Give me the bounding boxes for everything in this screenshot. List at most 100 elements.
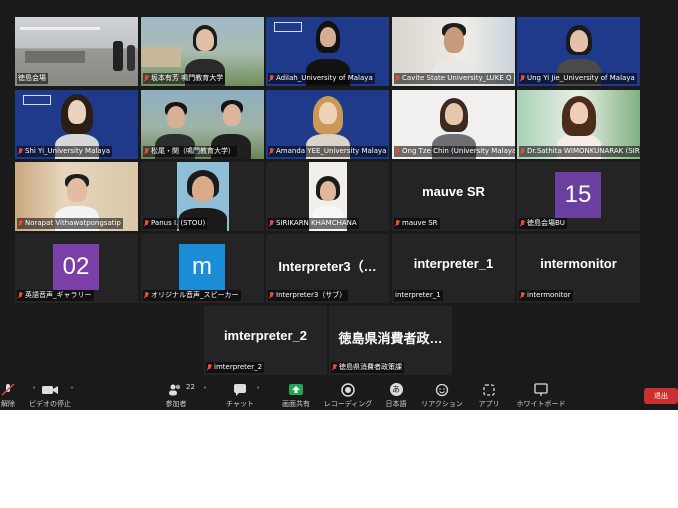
video-camera-icon [40, 383, 60, 397]
participant-tile[interactable]: intermonitor intermonitor [517, 234, 640, 303]
participant-avatar: m [179, 244, 225, 290]
muted-mic-icon [269, 148, 274, 155]
apps-button[interactable]: アプリ [463, 382, 515, 410]
muted-mic-icon [395, 220, 400, 227]
participant-name: Cavite State University_LUKE Q [394, 73, 514, 84]
muted-mic-icon [395, 75, 400, 82]
meeting-toolbar: 解除 ˄ ビデオの停止 ˄ 22 参加者 ˄ チャット ˄ 画面共有 レコーディ… [0, 378, 678, 410]
participant-avatar: 02 [53, 244, 99, 290]
record-button[interactable]: レコーディング [322, 382, 374, 410]
participant-tile[interactable]: Dr.Sathita WIMONKUNARAK (SIRINDHORN) [517, 90, 640, 159]
participants-icon: 22 [166, 383, 195, 397]
participant-name: Interpreter3（サブ） [268, 290, 349, 301]
participant-tile[interactable]: 坂本有芳 鳴門教育大学 [141, 17, 264, 86]
participant-name: intermonitor [519, 290, 573, 301]
participant-tile[interactable]: Amanda YEE_University Malaya [266, 90, 389, 159]
reactions-button[interactable]: リアクション [416, 382, 468, 410]
language-interpretation-button[interactable]: あ 日本語 [370, 382, 422, 410]
participants-options-caret[interactable]: ˄ [203, 386, 207, 395]
participant-name: Shi Yi_University Malaya [17, 146, 113, 157]
chat-bubble-icon [230, 383, 250, 397]
participant-name: 松尾・関（鳴門教育大学） [143, 146, 237, 157]
participant-tile[interactable]: SIRIKARN KHAMCHANA [266, 162, 389, 231]
participants-count: 22 [186, 383, 195, 391]
participant-name: Adilah_University of Malaya [268, 73, 375, 84]
participant-tile[interactable]: 02 英語音声_ギャラリー [15, 234, 138, 303]
participant-tile[interactable]: 徳島会場 [15, 17, 138, 86]
participant-name: imterpreter_2 [206, 362, 265, 373]
muted-mic-icon [520, 75, 525, 82]
participant-name: Panus I. (STOU) [143, 218, 208, 229]
participant-name: 徳島会場BU [519, 218, 567, 229]
smiley-icon [432, 383, 452, 397]
participant-tile[interactable]: Panus I. (STOU) [141, 162, 264, 231]
video-options-caret[interactable]: ˄ [70, 386, 74, 395]
participant-name: mauve SR [394, 218, 440, 229]
participant-name: 坂本有芳 鳴門教育大学 [143, 73, 226, 84]
participant-display-name: 徳島県消費者政… [338, 331, 443, 346]
participant-display-name: mauve SR [422, 184, 485, 199]
participant-name: オリジナル音声_スピーカー [143, 290, 241, 301]
apps-icon [479, 383, 499, 397]
participant-name: Norapat Vithawatpongsatip [17, 218, 123, 229]
muted-mic-icon [18, 220, 23, 227]
muted-mic-icon [269, 292, 274, 299]
participant-display-name: intermonitor [540, 256, 617, 271]
stop-video-button[interactable]: ビデオの停止 [24, 382, 76, 410]
whiteboard-icon [531, 383, 551, 397]
muted-mic-icon [269, 75, 274, 82]
participant-name: Ong Tze Chin (University Malaya) [394, 146, 515, 157]
record-icon [338, 383, 358, 397]
muted-mic-icon [395, 148, 400, 155]
share-screen-button[interactable]: 画面共有 [270, 382, 322, 410]
muted-mic-icon [269, 220, 274, 227]
participant-name: 徳島会場 [17, 73, 48, 84]
participant-name: 英語音声_ギャラリー [17, 290, 94, 301]
participant-tile[interactable]: Cavite State University_LUKE Q [392, 17, 515, 86]
participant-display-name: imterpreter_2 [223, 328, 308, 343]
participant-name: SIRIKARN KHAMCHANA [268, 218, 359, 229]
participant-tile[interactable]: mauve SR mauve SR [392, 162, 515, 231]
zoom-meeting-window: 徳島会場 坂本有芳 鳴門教育大学 Adilah_University of Ma… [0, 0, 678, 410]
language-icon: あ [386, 383, 406, 397]
muted-mic-icon [18, 292, 23, 299]
participant-tile[interactable]: 徳島県消費者政… 徳島県消費者政策課 [329, 306, 452, 375]
participant-tile[interactable]: Norapat Vithawatpongsatip [15, 162, 138, 231]
muted-mic-icon [520, 292, 525, 299]
participant-tile[interactable]: m オリジナル音声_スピーカー [141, 234, 264, 303]
participant-tile[interactable]: Ung Yi Jie_University of Malaya [517, 17, 640, 86]
university-logo [23, 95, 51, 105]
participant-tile[interactable]: Interpreter3（… Interpreter3（サブ） [266, 234, 389, 303]
participant-display-name: interpreter_1 [413, 256, 494, 271]
muted-mic-icon [520, 148, 525, 155]
participant-avatar: 15 [555, 172, 601, 218]
muted-mic-icon [520, 220, 525, 227]
muted-mic-icon [18, 148, 23, 155]
muted-mic-icon [144, 148, 149, 155]
muted-mic-icon [0, 383, 18, 397]
participant-name: Amanda YEE_University Malaya [268, 146, 389, 157]
share-screen-icon [286, 383, 306, 397]
participant-tile[interactable]: interpreter_1 interpreter_1 [392, 234, 515, 303]
muted-mic-icon [144, 292, 149, 299]
participant-tile[interactable]: Ong Tze Chin (University Malaya) [392, 90, 515, 159]
chat-options-caret[interactable]: ˄ [256, 386, 260, 395]
participant-display-name: Interpreter3（… [278, 259, 377, 274]
muted-mic-icon [207, 364, 212, 371]
participant-tile[interactable]: Adilah_University of Malaya [266, 17, 389, 86]
leave-button[interactable]: 退出 [644, 388, 678, 404]
muted-mic-icon [144, 220, 149, 227]
participant-name: 徳島県消費者政策課 [331, 362, 404, 373]
participant-name: Ung Yi Jie_University of Malaya [519, 73, 637, 84]
whiteboard-button[interactable]: ホワイトボード [515, 382, 567, 410]
participant-tile[interactable]: 松尾・関（鳴門教育大学） [141, 90, 264, 159]
university-logo [274, 22, 302, 32]
muted-mic-icon [144, 75, 149, 82]
participant-tile[interactable]: 15 徳島会場BU [517, 162, 640, 231]
participant-tile[interactable]: Shi Yi_University Malaya [15, 90, 138, 159]
participants-button[interactable]: 22 参加者 [150, 382, 202, 410]
muted-mic-icon [332, 364, 337, 371]
participant-name: Dr.Sathita WIMONKUNARAK (SIRINDHORN) [519, 146, 640, 157]
participant-name: interpreter_1 [394, 290, 443, 301]
participant-tile[interactable]: imterpreter_2 imterpreter_2 [204, 306, 327, 375]
